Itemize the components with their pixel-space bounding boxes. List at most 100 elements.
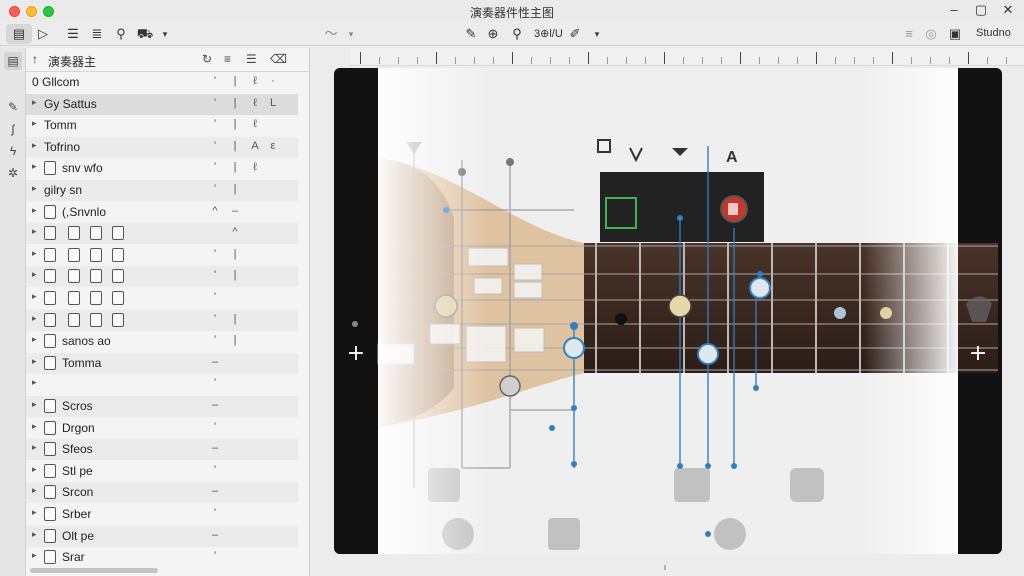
track-row[interactable]: ▸ Srar '	[26, 547, 298, 568]
gear-icon[interactable]: ✲	[4, 164, 22, 182]
disclosure-icon[interactable]: ▸	[32, 529, 37, 540]
studio-label[interactable]: Studno	[976, 27, 1011, 39]
disclosure-icon[interactable]: ▸	[32, 97, 37, 108]
track-control[interactable]: '	[210, 183, 220, 195]
add-track-right-button[interactable]: +	[966, 342, 990, 366]
track-control[interactable]: '	[210, 269, 220, 281]
wave-icon[interactable]: 〜	[322, 24, 340, 44]
up-arrow-icon[interactable]: ↑	[32, 52, 38, 66]
track-row[interactable]: 0 Gllcom ' | ℓ ·	[26, 72, 298, 93]
tool-label[interactable]: 3⊕l/U	[534, 27, 563, 40]
maximize-icon[interactable]: ▢	[971, 2, 991, 18]
track-row[interactable]: ▸ Sfeos –	[26, 439, 298, 461]
track-control[interactable]: '	[210, 313, 220, 325]
track-row[interactable]: ▸ snv wfo ' | ℓ	[26, 158, 298, 179]
disclosure-icon[interactable]: ▸	[32, 248, 37, 259]
disclosure-icon[interactable]: ▸	[32, 550, 37, 561]
pin-icon[interactable]: ⚲	[508, 24, 526, 44]
track-control[interactable]: –	[210, 399, 220, 411]
track-row[interactable]: ▸ Tomma –	[26, 352, 298, 374]
disclosure-icon[interactable]: ▸	[32, 140, 37, 151]
track-row[interactable]: ▸ Stl pe '	[26, 461, 298, 482]
disclosure-icon[interactable]: ▸	[32, 205, 37, 216]
close-icon[interactable]: ✕	[998, 2, 1018, 18]
track-control[interactable]: '	[210, 161, 220, 173]
timeline-ruler[interactable]	[350, 48, 1024, 66]
disclosure-icon[interactable]: ▸	[32, 118, 37, 129]
track-control[interactable]: |	[230, 140, 240, 152]
track-row[interactable]: ▸ ' |	[26, 309, 298, 331]
disclosure-icon[interactable]: ▸	[32, 334, 37, 345]
track-control[interactable]: '	[210, 334, 220, 346]
list-icon[interactable]: ☰	[246, 52, 257, 66]
align-icon[interactable]: ≡	[224, 52, 231, 66]
fretboard-canvas[interactable]: A + +	[334, 68, 1002, 554]
disclosure-icon[interactable]: ▸	[32, 291, 37, 302]
disclosure-icon[interactable]: ▸	[32, 313, 37, 324]
track-row[interactable]: ▸ Tomm ' | ℓ	[26, 115, 298, 136]
disclosure-icon[interactable]: ▸	[32, 442, 37, 453]
track-control[interactable]: –	[210, 442, 220, 454]
track-control[interactable]: –	[230, 205, 240, 217]
pencil-icon[interactable]: ✎	[4, 98, 22, 116]
chevron-down-icon[interactable]: ▾	[156, 24, 174, 44]
track-row[interactable]: ▸ ^	[26, 223, 298, 245]
horizontal-scrollbar[interactable]	[30, 568, 158, 573]
track-control[interactable]: |	[230, 118, 240, 130]
track-control[interactable]: –	[210, 356, 220, 368]
track-control[interactable]: ℓ	[250, 75, 260, 87]
wand-icon[interactable]: ϟ	[4, 142, 22, 160]
track-control[interactable]: '	[210, 507, 220, 519]
list-icon[interactable]: ☰	[64, 24, 82, 44]
track-control[interactable]: '	[210, 248, 220, 260]
track-row[interactable]: ▸ Gy Sattus ' | ℓ L	[26, 93, 298, 115]
disclosure-icon[interactable]: ▸	[32, 485, 37, 496]
track-row[interactable]: ▸ '	[26, 374, 298, 395]
stamp-icon[interactable]: ✐	[566, 24, 584, 44]
disclosure-icon[interactable]: ▸	[32, 421, 37, 432]
delete-icon[interactable]: ⌫	[270, 52, 287, 66]
track-control[interactable]: |	[230, 313, 240, 325]
track-control[interactable]: –	[210, 485, 220, 497]
tuner-icon[interactable]: ⊕	[484, 24, 502, 44]
track-control[interactable]: L	[268, 97, 278, 109]
brush-icon[interactable]: ʃ	[4, 120, 22, 138]
disclosure-icon[interactable]: ▸	[32, 269, 37, 280]
disclosure-icon[interactable]: ▸	[32, 377, 37, 388]
minimize-icon[interactable]: –	[944, 2, 964, 17]
disclosure-icon[interactable]: ▸	[32, 226, 37, 237]
track-control[interactable]: '	[210, 421, 220, 433]
track-control[interactable]: |	[230, 269, 240, 281]
disclosure-icon[interactable]: ▸	[32, 464, 37, 475]
track-control[interactable]: ·	[268, 75, 278, 87]
menu-icon[interactable]: ≡	[900, 24, 918, 44]
settings-icon[interactable]: ◎	[922, 24, 940, 44]
track-row[interactable]: ▸ sanos ao ' |	[26, 331, 298, 352]
equalizer-icon[interactable]: ≣	[88, 24, 106, 44]
track-row[interactable]: ▸ Tofrino ' | Aε	[26, 136, 298, 158]
track-control[interactable]: |	[230, 183, 240, 195]
track-row[interactable]: ▸ Scros –	[26, 396, 298, 417]
play-icon[interactable]: ▷	[34, 24, 52, 44]
library-icon[interactable]: ▤	[4, 52, 22, 70]
chevron-down-icon[interactable]: ▾	[588, 24, 606, 44]
disclosure-icon[interactable]: ▸	[32, 399, 37, 410]
export-icon[interactable]: ▣	[946, 24, 964, 44]
disclosure-icon[interactable]: ▸	[32, 507, 37, 518]
track-row[interactable]: ▸ (,Snvnlo ^ –	[26, 202, 298, 223]
add-track-left-button[interactable]: +	[344, 342, 368, 366]
disclosure-icon[interactable]: ▸	[32, 183, 37, 194]
track-row[interactable]: ▸ '	[26, 288, 298, 309]
track-control[interactable]: ^	[230, 226, 240, 238]
disclosure-icon[interactable]: ▸	[32, 161, 37, 172]
track-control[interactable]: ℓ	[250, 118, 260, 130]
track-control[interactable]: ℓ	[250, 97, 260, 109]
track-control[interactable]: '	[210, 464, 220, 476]
track-row[interactable]: ▸ Drgon '	[26, 418, 298, 439]
track-control[interactable]: A	[250, 140, 260, 152]
track-row[interactable]: ▸ Srcon –	[26, 482, 298, 504]
track-control[interactable]: ℓ	[250, 161, 260, 173]
track-control[interactable]: |	[230, 161, 240, 173]
search-icon[interactable]: ⚲	[112, 24, 130, 44]
track-control[interactable]: –	[210, 529, 220, 541]
